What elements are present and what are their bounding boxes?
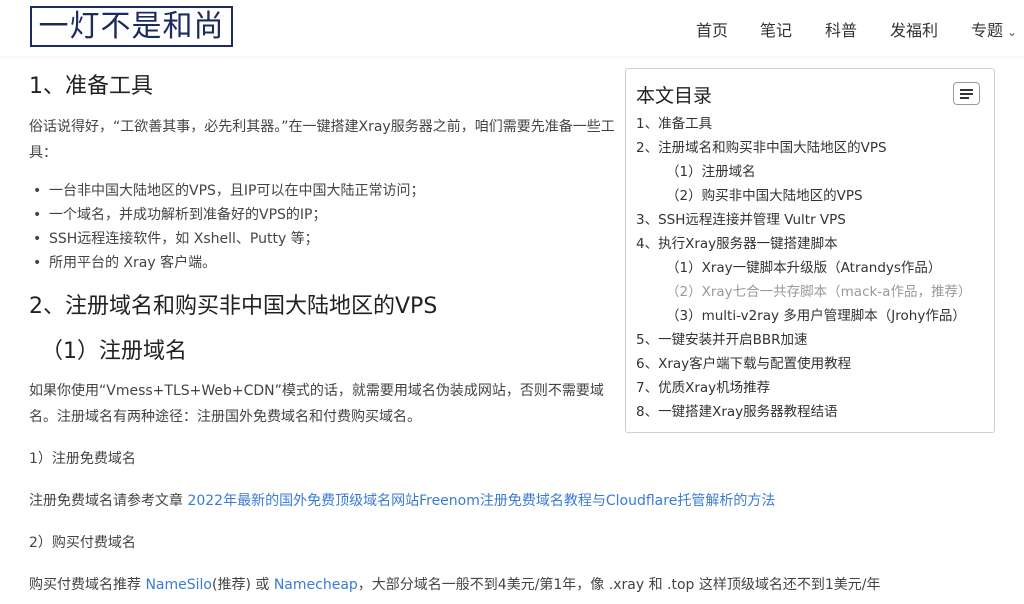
- namesilo-link[interactable]: NameSilo: [145, 577, 212, 593]
- list-item: 所用平台的 Xray 客户端。: [29, 251, 619, 275]
- toc-item[interactable]: （2）Xray七合一共存脚本（mack-a作品，推荐）: [636, 280, 984, 304]
- nav-item-notes[interactable]: 笔记: [760, 17, 792, 41]
- tools-list: 一台非中国大陆地区的VPS，且IP可以在中国大陆正常访问； 一个域名，并成功解析…: [29, 179, 619, 275]
- freenom-article-link[interactable]: 2022年最新的国外免费顶级域名网站Freenom注册免费域名教程与Cloudf…: [187, 493, 775, 509]
- toc-item[interactable]: （3）multi-v2ray 多用户管理脚本（Jrohy作品）: [636, 304, 984, 328]
- heading-register-domain: （1）注册域名: [41, 339, 187, 364]
- paragraph-domain: 如果你使用“Vmess+TLS+Web+CDN”模式的话，就需要用域名伪装成网站…: [29, 383, 604, 425]
- article-body: 1、准备工具 俗话说得好，“工欲善其事，必先利其器。”在一键搭建Xray服务器之…: [29, 68, 880, 598]
- site-header: 一灯不是和尚 首页 笔记 科普 发福利 专题 ⌄: [0, 0, 1024, 56]
- paragraph-paid-domain: 2）购买付费域名: [29, 535, 136, 551]
- toc-item[interactable]: （2）购买非中国大陆地区的VPS: [636, 184, 984, 208]
- toc-item[interactable]: 5、一键安装并开启BBR加速: [636, 328, 984, 352]
- paid-domain-mid: (推荐) 或: [212, 577, 274, 593]
- list-icon: [960, 97, 969, 99]
- toc-list: 1、准备工具 2、注册域名和购买非中国大陆地区的VPS （1）注册域名 （2）购买非中…: [636, 112, 984, 424]
- toc-item[interactable]: 7、优质Xray机场推荐: [636, 376, 984, 400]
- paragraph-intro: 俗话说得好，“工欲善其事，必先利其器。”在一键搭建Xray服务器之前，咱们需要先…: [29, 119, 615, 161]
- list-icon: [960, 89, 973, 91]
- nav-item-topics[interactable]: 专题 ⌄: [971, 17, 1017, 41]
- toc-item[interactable]: 2、注册域名和购买非中国大陆地区的VPS: [636, 136, 984, 160]
- list-item: 一台非中国大陆地区的VPS，且IP可以在中国大陆正常访问；: [29, 179, 619, 203]
- paragraph-free-domain-ref: 注册免费域名请参考文章 2022年最新的国外免费顶级域名网站Freenom注册免…: [29, 488, 775, 514]
- paid-domain-rest: ，大部分域名一般不到4美元/第1年，像 .xray 和 .top 这样顶级域名还…: [357, 577, 881, 593]
- nav-item-home[interactable]: 首页: [696, 17, 728, 41]
- list-icon: [960, 93, 973, 95]
- heading-register-vps: 2、注册域名和购买非中国大陆地区的VPS: [29, 294, 438, 319]
- nav-item-topics-label: 专题: [971, 21, 1004, 40]
- list-item: 一个域名，并成功解析到准备好的VPS的IP；: [29, 203, 619, 227]
- namecheap-link[interactable]: Namecheap: [274, 577, 358, 593]
- paragraph-free-domain: 1）注册免费域名: [29, 451, 136, 467]
- toc-item[interactable]: 3、SSH远程连接并管理 Vultr VPS: [636, 208, 984, 232]
- toc-item[interactable]: 4、执行Xray服务器一键搭建脚本: [636, 232, 984, 256]
- toc-toggle-button[interactable]: [953, 82, 980, 105]
- nav-item-benefits[interactable]: 发福利: [890, 17, 938, 41]
- paragraph-paid-domain-recommend: 购买付费域名推荐 NameSilo(推荐) 或 Namecheap，大部分域名一…: [29, 572, 1024, 598]
- toc-title: 本文目录: [636, 85, 713, 107]
- toc-item[interactable]: （1）Xray一键脚本升级版（Atrandys作品）: [636, 256, 984, 280]
- nav-item-science[interactable]: 科普: [825, 17, 857, 41]
- site-logo[interactable]: 一灯不是和尚: [30, 6, 233, 47]
- toc-item[interactable]: 6、Xray客户端下载与配置使用教程: [636, 352, 984, 376]
- paid-domain-prefix: 购买付费域名推荐: [29, 577, 146, 593]
- toc-item[interactable]: 1、准备工具: [636, 112, 984, 136]
- toc-item[interactable]: 8、一键搭建Xray服务器教程结语: [636, 400, 984, 424]
- free-domain-ref-prefix: 注册免费域名请参考文章: [29, 493, 188, 509]
- list-item: SSH远程连接软件，如 Xshell、Putty 等；: [29, 227, 619, 251]
- chevron-down-icon: ⌄: [1007, 25, 1018, 39]
- table-of-contents: 本文目录 1、准备工具 2、注册域名和购买非中国大陆地区的VPS （1）注册域名 （2…: [625, 68, 995, 433]
- heading-prepare-tools: 1、准备工具: [29, 74, 153, 99]
- toc-item[interactable]: （1）注册域名: [636, 160, 984, 184]
